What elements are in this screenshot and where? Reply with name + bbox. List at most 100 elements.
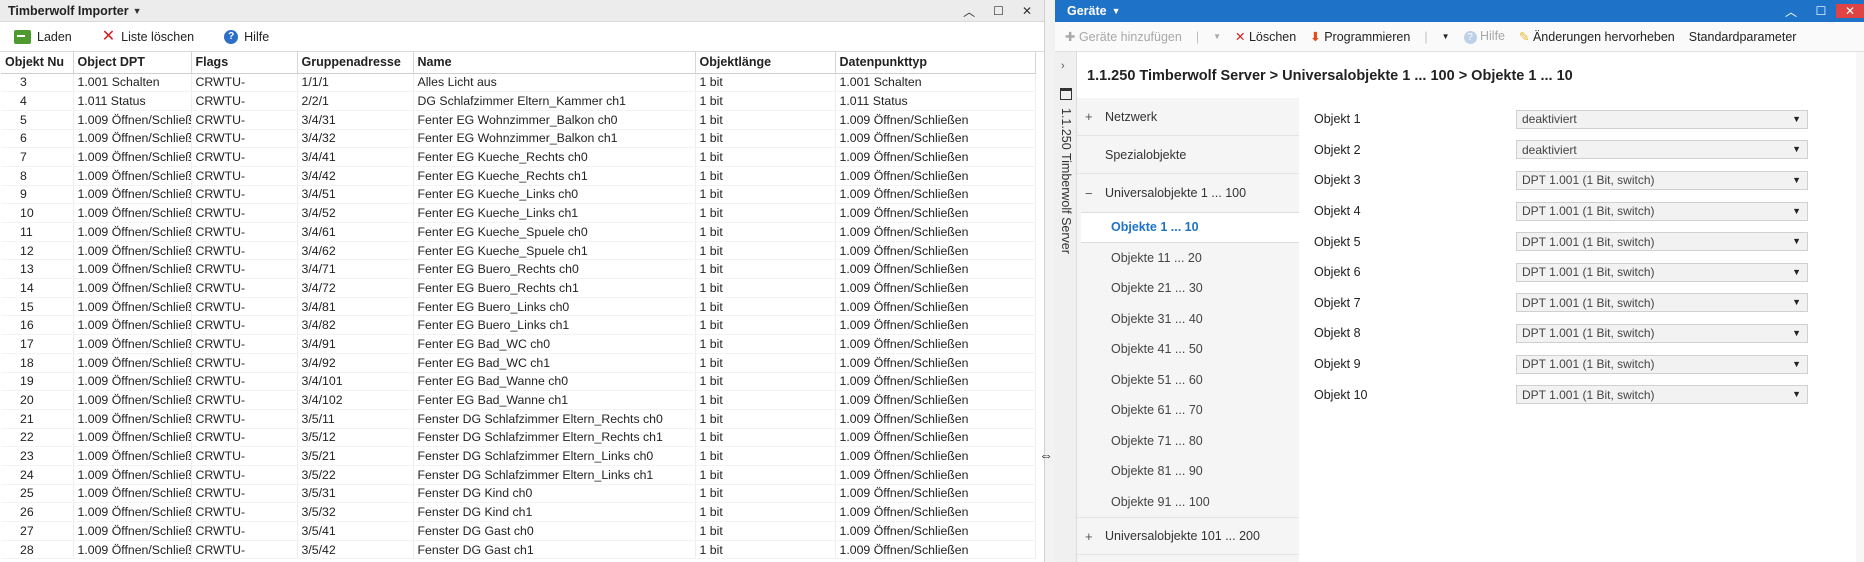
- expand-plus-icon[interactable]: +: [1085, 109, 1105, 124]
- chevron-down-icon[interactable]: ▼: [1442, 32, 1450, 41]
- program-button[interactable]: ⬇ Programmieren: [1310, 29, 1410, 44]
- parameter-select[interactable]: deaktiviert ▼: [1516, 109, 1808, 129]
- tree-item-network[interactable]: + Netzwerk: [1077, 98, 1299, 136]
- table-row[interactable]: 81.009 Öffnen/SchließenCRWTU-3/4/42Fente…: [1, 166, 1036, 186]
- table-cell: 1.009 Öffnen/Schließen: [835, 241, 1036, 261]
- column-header[interactable]: Name: [413, 52, 696, 74]
- column-header[interactable]: Flags: [191, 52, 298, 74]
- parameter-select[interactable]: DPT 1.001 (1 Bit, switch) ▼: [1516, 232, 1808, 252]
- table-row[interactable]: 171.009 Öffnen/SchließenCRWTU-3/4/91Fent…: [1, 334, 1036, 354]
- maximize-icon[interactable]: ☐: [993, 4, 1004, 18]
- table-row[interactable]: 4 1.011 Status CRWTU- 2/2/1 DG Schlafzimmer …: [1, 91, 1036, 111]
- expand-plus-icon[interactable]: +: [1085, 529, 1105, 544]
- table-row[interactable]: 161.009 Öffnen/SchließenCRWTU-3/4/82Fent…: [1, 315, 1036, 336]
- table-cell: 3/5/22: [297, 465, 414, 485]
- table-row[interactable]: 271.009 Öffnen/SchließenCRWTU-3/5/41Fens…: [1, 521, 1036, 541]
- panel-splitter[interactable]: ⇔: [1039, 0, 1055, 562]
- parameter-select[interactable]: DPT 1.001 (1 Bit, switch) ▼: [1516, 354, 1808, 374]
- tree-subitem[interactable]: Objekte 51 ... 60: [1077, 365, 1299, 396]
- table-row[interactable]: 191.009 Öffnen/SchließenCRWTU-3/4/101Fen…: [1, 372, 1036, 392]
- table-row[interactable]: 261.009 Öffnen/SchließenCRWTU-3/5/32Fens…: [1, 502, 1036, 522]
- column-header[interactable]: Datenpunkttyp: [835, 52, 1036, 74]
- chevron-down-icon[interactable]: ▼: [1792, 267, 1801, 277]
- default-parameters-button[interactable]: Standardparameter: [1689, 30, 1797, 44]
- tree-item-universal-101-200[interactable]: + Universalobjekte 101 ... 200: [1077, 517, 1299, 555]
- collapse-minus-icon[interactable]: −: [1085, 186, 1105, 201]
- highlight-changes-button[interactable]: ✎ Änderungen hervorheben: [1519, 29, 1675, 44]
- table-row[interactable]: 3 1.001 Schalten CRWTU- 1/1/1 Alles Licht au…: [1, 73, 1036, 93]
- parameter-select[interactable]: DPT 1.001 (1 Bit, switch) ▼: [1516, 170, 1808, 190]
- column-header[interactable]: Objekt Nu: [1, 52, 74, 74]
- column-header[interactable]: Objektlänge: [695, 52, 836, 74]
- add-devices-button[interactable]: ✚ Geräte hinzufügen: [1065, 29, 1182, 44]
- help-button[interactable]: ? Hilfe: [1463, 29, 1505, 44]
- table-row[interactable]: 131.009 Öffnen/SchließenCRWTU-3/4/71Fent…: [1, 259, 1036, 280]
- tree-item-special[interactable]: Spezialobjekte: [1077, 136, 1299, 174]
- table-row[interactable]: 221.009 Öffnen/SchließenCRWTU-3/5/12Fens…: [1, 428, 1036, 448]
- table-row[interactable]: 111.009 Öffnen/SchließenCRWTU-3/4/61Fent…: [1, 222, 1036, 242]
- maximize-icon[interactable]: ☐: [1806, 4, 1836, 18]
- chevron-down-icon[interactable]: ▼: [1213, 32, 1221, 41]
- column-header[interactable]: Gruppenadresse: [297, 52, 414, 74]
- chevron-down-icon[interactable]: ▼: [133, 6, 142, 16]
- chevron-down-icon[interactable]: ▼: [1792, 389, 1801, 399]
- scrollbar[interactable]: [1856, 52, 1864, 562]
- chevron-down-icon[interactable]: ▼: [1792, 175, 1801, 185]
- table-row[interactable]: 61.009 Öffnen/SchließenCRWTU-3/4/32Fente…: [1, 129, 1036, 149]
- parameter-select[interactable]: DPT 1.001 (1 Bit, switch) ▼: [1516, 385, 1808, 405]
- tree-subitem[interactable]: Objekte 61 ... 70: [1077, 395, 1299, 426]
- table-row[interactable]: 241.009 Öffnen/SchließenCRWTU-3/5/22Fens…: [1, 465, 1036, 485]
- table-row[interactable]: 91.009 Öffnen/SchließenCRWTU-3/4/51Fente…: [1, 185, 1036, 205]
- resize-horizontal-icon[interactable]: ⇔: [1039, 447, 1053, 463]
- chevron-down-icon[interactable]: ▼: [1112, 6, 1121, 16]
- table-row[interactable]: 101.009 Öffnen/SchließenCRWTU-3/4/52Fent…: [1, 203, 1036, 223]
- table-row[interactable]: 121.009 Öffnen/SchließenCRWTU-3/4/62Fent…: [1, 241, 1036, 261]
- device-icon[interactable]: [1060, 88, 1072, 100]
- tree-subitem[interactable]: Objekte 91 ... 100: [1077, 487, 1299, 518]
- table-row[interactable]: 141.009 Öffnen/SchließenCRWTU-3/4/72Fent…: [1, 278, 1036, 298]
- table-row[interactable]: 181.009 Öffnen/SchließenCRWTU-3/4/92Fent…: [1, 353, 1036, 373]
- parameter-select[interactable]: DPT 1.001 (1 Bit, switch) ▼: [1516, 293, 1808, 313]
- close-icon[interactable]: ✕: [1836, 4, 1864, 18]
- parameter-select[interactable]: DPT 1.001 (1 Bit, switch) ▼: [1516, 201, 1808, 221]
- parameter-select[interactable]: DPT 1.001 (1 Bit, switch) ▼: [1516, 323, 1808, 343]
- chevron-down-icon[interactable]: ▼: [1792, 144, 1801, 154]
- tree-subitem[interactable]: Objekte 1 ... 10: [1081, 212, 1299, 243]
- chevron-down-icon[interactable]: ▼: [1792, 206, 1801, 216]
- table-row[interactable]: 211.009 Öffnen/SchließenCRWTU-3/5/11Fens…: [1, 409, 1036, 429]
- tree-item-universal-1-100[interactable]: − Universalobjekte 1 ... 100: [1077, 174, 1299, 212]
- tree-subitem[interactable]: Objekte 11 ... 20: [1077, 243, 1299, 274]
- collapse-icon[interactable]: ︿: [1776, 3, 1806, 20]
- column-header[interactable]: Object DPT: [73, 52, 192, 74]
- chevron-down-icon[interactable]: ▼: [1792, 297, 1801, 307]
- help-button[interactable]: ? Hilfe: [224, 29, 269, 44]
- table-cell: 1.009 Öffnen/Schließen: [835, 390, 1036, 410]
- chevron-down-icon[interactable]: ▼: [1792, 328, 1801, 338]
- chevron-right-icon[interactable]: ›: [1061, 60, 1065, 72]
- table-cell: 1 bit: [695, 203, 836, 223]
- tree-subitem[interactable]: Objekte 21 ... 30: [1077, 273, 1299, 304]
- table-row[interactable]: 51.009 Öffnen/SchließenCRWTU-3/4/31Fente…: [1, 110, 1036, 130]
- vertical-device-label[interactable]: 1.1.250 Timberwolf Server: [1059, 108, 1073, 254]
- parameter-select[interactable]: DPT 1.001 (1 Bit, switch) ▼: [1516, 262, 1808, 282]
- table-row[interactable]: 251.009 Öffnen/SchließenCRWTU-3/5/31Fens…: [1, 484, 1036, 504]
- table-row[interactable]: 231.009 Öffnen/SchließenCRWTU-3/5/21Fens…: [1, 446, 1036, 466]
- tree-subitem[interactable]: Objekte 31 ... 40: [1077, 304, 1299, 335]
- table-row[interactable]: 151.009 Öffnen/SchließenCRWTU-3/4/81Fent…: [1, 297, 1036, 317]
- table-row[interactable]: 71.009 Öffnen/SchließenCRWTU-3/4/41Fente…: [1, 147, 1036, 167]
- chevron-down-icon[interactable]: ▼: [1792, 114, 1801, 124]
- table-row[interactable]: 281.009 Öffnen/SchließenCRWTU-3/5/42Fens…: [1, 540, 1036, 560]
- parameter-select[interactable]: deaktiviert ▼: [1516, 140, 1808, 160]
- chevron-down-icon[interactable]: ▼: [1792, 236, 1801, 246]
- tree-subitem[interactable]: Objekte 81 ... 90: [1077, 456, 1299, 487]
- tree-subitem[interactable]: Objekte 41 ... 50: [1077, 334, 1299, 365]
- table-cell: 1.009 Öffnen/Schließen: [835, 521, 1036, 541]
- delete-button[interactable]: ✕ Löschen: [1235, 29, 1296, 44]
- chevron-down-icon[interactable]: ▼: [1792, 359, 1801, 369]
- clear-list-button[interactable]: ✕ Liste löschen: [102, 28, 194, 44]
- collapse-icon[interactable]: ︿: [963, 3, 975, 20]
- tree-subitem[interactable]: Objekte 71 ... 80: [1077, 426, 1299, 457]
- load-button[interactable]: Laden: [14, 29, 72, 44]
- close-icon[interactable]: ✕: [1022, 4, 1032, 18]
- table-row[interactable]: 201.009 Öffnen/SchließenCRWTU-3/4/102Fen…: [1, 390, 1036, 410]
